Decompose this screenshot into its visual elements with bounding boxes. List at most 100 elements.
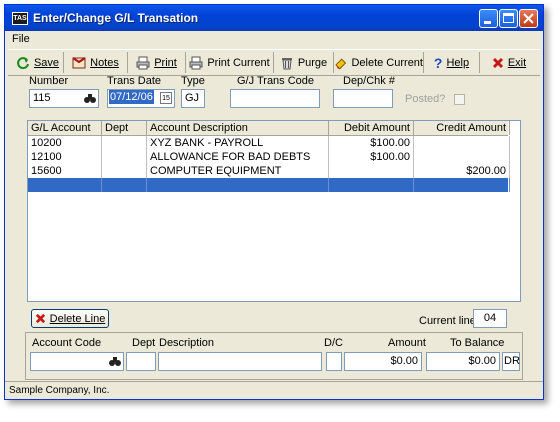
cell-dept <box>102 150 147 164</box>
cell-description: COMPUTER EQUIPMENT <box>147 164 329 178</box>
trans-date-value: 07/12/06 <box>109 90 154 104</box>
notes-label: Notes <box>90 56 119 69</box>
printer-icon <box>136 56 150 69</box>
window-title: Enter/Change G/L Transation <box>33 11 199 25</box>
dc-field[interactable] <box>326 352 342 371</box>
cell-gl-account <box>28 178 102 192</box>
column-header-gl-account[interactable]: G/L Account <box>28 121 102 135</box>
binoculars-icon[interactable] <box>108 354 122 368</box>
notes-button[interactable]: Notes <box>64 52 128 73</box>
to-balance-value: $0.00 <box>468 355 496 367</box>
save-button[interactable]: Save <box>12 52 64 73</box>
to-balance-field: $0.00 <box>426 352 500 371</box>
amount-label: Amount <box>388 337 426 349</box>
amount-field[interactable]: $0.00 <box>344 352 422 371</box>
gj-trans-code-field[interactable] <box>230 89 320 108</box>
cell-debit: $100.00 <box>329 136 414 150</box>
dept-field[interactable] <box>126 352 156 371</box>
trans-date-label: Trans Date <box>107 75 162 87</box>
description-field[interactable] <box>158 352 322 371</box>
gj-trans-code-label: G/J Trans Code <box>237 75 315 87</box>
notes-icon <box>72 56 86 68</box>
save-label: Save <box>33 56 60 69</box>
number-value: 115 <box>33 92 51 104</box>
column-header-debit-amount[interactable]: Debit Amount <box>329 121 414 135</box>
trash-icon <box>281 57 292 69</box>
cell-description: ALLOWANCE FOR BAD DEBTS <box>147 150 329 164</box>
current-line-field: 04 <box>473 309 507 328</box>
description-label: Description <box>159 337 215 349</box>
eraser-icon <box>335 57 347 69</box>
toolbar: Save Notes Print Print Current Purge Del… <box>8 49 540 76</box>
cell-description: XYZ BANK - PAYROLL <box>147 136 329 150</box>
print-label: Print <box>154 56 177 69</box>
help-icon: ? <box>433 54 443 71</box>
type-value: GJ <box>185 92 200 104</box>
minimize-icon <box>484 21 491 24</box>
column-header-dept[interactable]: Dept <box>102 121 147 135</box>
column-header-account-description[interactable]: Account Description <box>147 121 329 135</box>
column-header-credit-amount[interactable]: Credit Amount <box>414 121 510 135</box>
maximize-icon <box>503 13 514 23</box>
print-button[interactable]: Print <box>128 52 186 73</box>
dr-cr-field: DR <box>502 352 520 371</box>
cell-gl-account: 12100 <box>28 150 102 164</box>
menu-bar: File <box>5 31 543 47</box>
minimize-button[interactable] <box>479 9 498 28</box>
exit-label: Exit <box>507 56 527 69</box>
posted-label: Posted? <box>405 93 446 105</box>
purge-label: Purge <box>297 56 328 69</box>
table-row[interactable]: 12100 ALLOWANCE FOR BAD DEBTS $100.00 <box>28 150 510 164</box>
status-company: Sample Company, Inc. <box>9 385 110 396</box>
delete-current-label: Delete Current <box>351 56 423 69</box>
red-x-icon <box>492 57 503 68</box>
red-x-icon <box>35 313 45 324</box>
binoculars-icon[interactable] <box>83 91 97 105</box>
posted-checkbox[interactable] <box>454 94 465 105</box>
type-field[interactable]: GJ <box>181 89 205 108</box>
delete-current-button[interactable]: Delete Current <box>334 52 424 73</box>
current-line-value: 04 <box>483 312 497 324</box>
table-row[interactable]: 10200 XYZ BANK - PAYROLL $100.00 <box>28 136 510 150</box>
cell-dept <box>102 164 147 178</box>
cell-dept <box>102 136 147 150</box>
line-entry-group: Account Code Dept Description D/C Amount… <box>25 332 523 380</box>
help-label: Help <box>446 56 470 69</box>
delete-line-button[interactable]: Delete Line <box>31 309 109 328</box>
printer-icon <box>189 56 203 69</box>
dep-chk-field[interactable] <box>333 89 393 108</box>
trans-date-field[interactable]: 07/12/06 15 <box>107 89 175 108</box>
type-label: Type <box>181 75 205 87</box>
dc-label: D/C <box>324 337 343 349</box>
current-line-label: Current line <box>419 315 476 327</box>
cell-credit <box>414 178 510 192</box>
exit-button[interactable]: Exit <box>480 52 538 73</box>
calendar-icon[interactable]: 15 <box>160 92 172 104</box>
cell-gl-account: 15600 <box>28 164 102 178</box>
close-button[interactable] <box>519 9 538 28</box>
menu-file[interactable]: File <box>12 33 30 45</box>
cell-debit <box>329 178 414 192</box>
selected-table-row[interactable] <box>28 178 510 192</box>
dep-chk-label: Dep/Chk # <box>343 75 395 87</box>
main-window: TAS Enter/Change G/L Transation File Sav… <box>4 4 544 400</box>
account-code-label: Account Code <box>32 337 102 349</box>
dept-label: Dept <box>132 337 156 349</box>
cell-credit: $200.00 <box>414 164 510 178</box>
table-row[interactable]: 15600 COMPUTER EQUIPMENT $200.00 <box>28 164 510 178</box>
cell-credit <box>414 150 510 164</box>
cell-debit <box>329 164 414 178</box>
status-bar: Sample Company, Inc. <box>5 381 543 399</box>
app-icon: TAS <box>12 12 28 25</box>
help-button[interactable]: ? Help <box>424 52 480 73</box>
cell-dept <box>102 178 147 192</box>
cell-gl-account: 10200 <box>28 136 102 150</box>
maximize-button[interactable] <box>499 9 518 28</box>
dr-cr-value: DR <box>504 355 520 367</box>
purge-button[interactable]: Purge <box>274 52 334 73</box>
print-current-button[interactable]: Print Current <box>186 52 274 73</box>
title-bar[interactable]: TAS Enter/Change G/L Transation <box>5 5 543 31</box>
cell-debit: $100.00 <box>329 150 414 164</box>
grid-header: G/L Account Dept Account Description Deb… <box>28 121 510 136</box>
cell-credit <box>414 136 510 150</box>
